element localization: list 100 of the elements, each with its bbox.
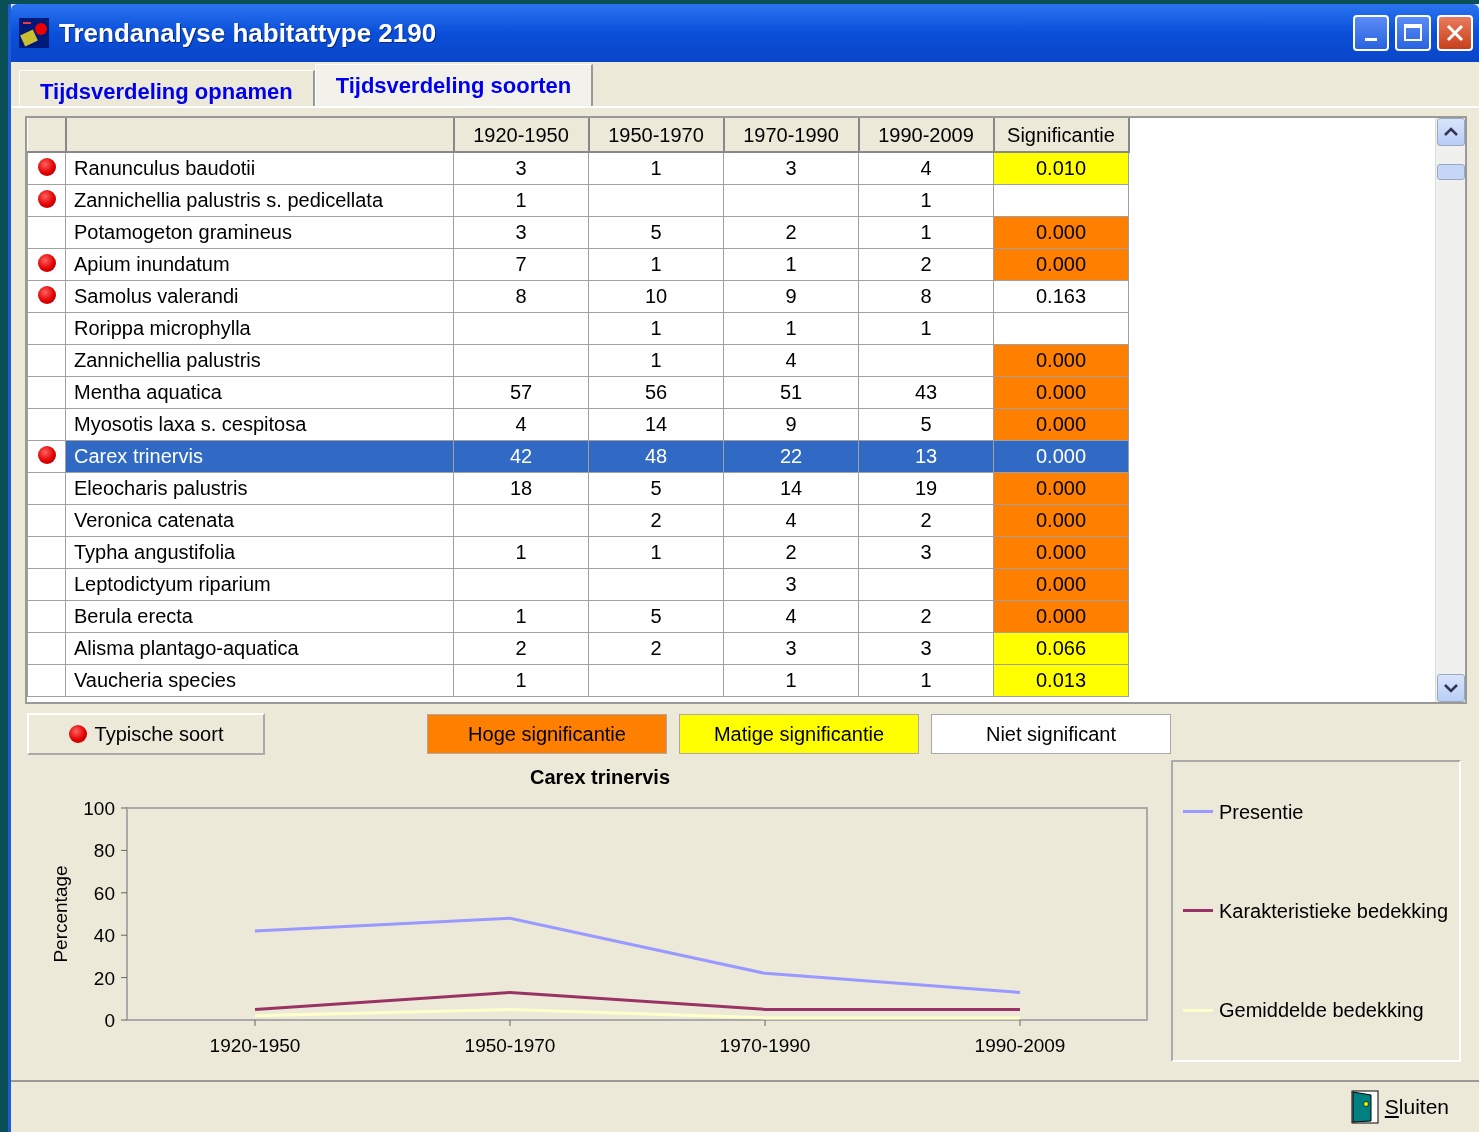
- significance-cell: 0.000: [993, 504, 1129, 536]
- significance-cell: 0.000: [993, 376, 1129, 408]
- table-cell: 3: [858, 632, 994, 664]
- table-row[interactable]: Apium inundatum 7 1 1 2 0.000: [27, 248, 1129, 280]
- table-cell: 4: [723, 600, 859, 632]
- table-cell: 5: [588, 472, 724, 504]
- close-button[interactable]: [1437, 15, 1473, 51]
- app-icon: [19, 18, 49, 48]
- table-cell: Eleocharis palustris: [65, 472, 454, 504]
- table-row[interactable]: Alisma plantago-aquatica 2 2 3 3 0.066: [27, 632, 1129, 664]
- table-cell: 1: [453, 664, 589, 696]
- table-cell: 3: [723, 632, 859, 664]
- table-cell: 2: [453, 632, 589, 664]
- table-cell: Typha angustifolia: [65, 536, 454, 568]
- y-tick-label: 80: [93, 840, 115, 862]
- table-cell: 3: [723, 568, 859, 600]
- scroll-up-button[interactable]: [1436, 118, 1465, 146]
- table-row[interactable]: Berula erecta 1 5 4 2 0.000: [27, 600, 1129, 632]
- table-cell: 2: [723, 216, 859, 248]
- column-header[interactable]: 1950-1970: [588, 118, 724, 152]
- table-cell: Samolus valerandi: [65, 280, 454, 312]
- column-header[interactable]: 1970-1990: [723, 118, 859, 152]
- table-row[interactable]: Eleocharis palustris 18 5 14 19 0.000: [27, 472, 1129, 504]
- significance-cell: 0.000: [993, 344, 1129, 376]
- legend-label: Gemiddelde bedekking: [1219, 998, 1424, 1024]
- table-cell: 4: [453, 408, 589, 440]
- table-row[interactable]: Vaucheria species 1 1 1 0.013: [27, 664, 1129, 696]
- significance-cell: 0.163: [993, 280, 1129, 312]
- y-tick-label: 40: [93, 925, 115, 947]
- table-cell: 8: [453, 280, 589, 312]
- significance-cell: 0.000: [993, 408, 1129, 440]
- minimize-button[interactable]: [1353, 15, 1389, 51]
- significance-cell: 0.066: [993, 632, 1129, 664]
- maximize-button[interactable]: [1395, 15, 1431, 51]
- y-axis-label: Percentage: [50, 865, 71, 963]
- table-cell: 8: [858, 280, 994, 312]
- table-row[interactable]: Mentha aquatica 57 56 51 43 0.000: [27, 376, 1129, 408]
- significance-cell: 0.010: [993, 152, 1129, 184]
- table-cell: Mentha aquatica: [65, 376, 454, 408]
- table-row[interactable]: Veronica catenata 2 4 2 0.000: [27, 504, 1129, 536]
- close-button[interactable]: Sluiten: [1350, 1090, 1449, 1124]
- table-row[interactable]: Myosotis laxa s. cespitosa 4 14 9 5 0.000: [27, 408, 1129, 440]
- column-header[interactable]: 1920-1950: [453, 118, 589, 152]
- tab[interactable]: Tijdsverdeling soorten: [314, 64, 594, 106]
- scroll-thumb[interactable]: [1436, 164, 1465, 180]
- table-cell: 48: [588, 440, 724, 472]
- table-cell: 13: [858, 440, 994, 472]
- table-cell: Alisma plantago-aquatica: [65, 632, 454, 664]
- table-cell: 51: [723, 376, 859, 408]
- table-cell: 42: [453, 440, 589, 472]
- table-row[interactable]: Samolus valerandi 8 10 9 8 0.163: [27, 280, 1129, 312]
- y-tick-label: 20: [93, 967, 115, 989]
- significance-cell: 0.000: [993, 216, 1129, 248]
- table-cell: Rorippa microphylla: [65, 312, 454, 344]
- y-tick-label: 0: [104, 1010, 115, 1031]
- table-row[interactable]: Carex trinervis 42 48 22 13 0.000: [27, 440, 1129, 472]
- table-cell: 1: [453, 536, 589, 568]
- legend-label: Karakteristieke bedekking: [1219, 899, 1448, 924]
- table-cell: 10: [588, 280, 724, 312]
- table-cell: 1: [588, 152, 724, 184]
- table-cell: 2: [858, 504, 994, 536]
- table-cell: Leptodictyum riparium: [65, 568, 454, 600]
- table-cell: 5: [588, 600, 724, 632]
- table-row[interactable]: Rorippa microphylla 1 1 1: [27, 312, 1129, 344]
- table-row[interactable]: Typha angustifolia 1 1 2 3 0.000: [27, 536, 1129, 568]
- table-cell: 14: [723, 472, 859, 504]
- table-cell: 1: [858, 216, 994, 248]
- table-cell: 14: [588, 408, 724, 440]
- table-cell: 4: [723, 344, 859, 376]
- y-tick-label: 100: [83, 798, 115, 819]
- table-cell: Zannichellia palustris s. pedicellata: [65, 184, 454, 216]
- significance-legend: Hoge significantie: [427, 714, 667, 754]
- x-tick-label: 1920-1950: [209, 1035, 301, 1056]
- table-cell: 56: [588, 376, 724, 408]
- table-row[interactable]: Zannichellia palustris 1 4 0.000: [27, 344, 1129, 376]
- scroll-down-button[interactable]: [1436, 674, 1465, 702]
- table-cell: 2: [588, 504, 724, 536]
- table-row[interactable]: Zannichellia palustris s. pedicellata 1 1: [27, 184, 1129, 216]
- table-cell: 9: [723, 408, 859, 440]
- column-header[interactable]: 1990-2009: [858, 118, 994, 152]
- table-cell: Berula erecta: [65, 600, 454, 632]
- table-cell: 1: [588, 312, 724, 344]
- tab[interactable]: Tijdsverdeling opnamen: [19, 70, 315, 106]
- significance-cell: 0.000: [993, 568, 1129, 600]
- table-cell: 5: [858, 408, 994, 440]
- table-cell: 3: [858, 536, 994, 568]
- table-row[interactable]: Potamogeton gramineus 3 5 2 1 0.000: [27, 216, 1129, 248]
- table-cell: 1: [723, 664, 859, 696]
- significance-cell: 0.000: [993, 248, 1129, 280]
- significance-cell: 0.000: [993, 472, 1129, 504]
- table-cell: 22: [723, 440, 859, 472]
- table-cell: 57: [453, 376, 589, 408]
- significance-legend: Matige significantie: [679, 714, 919, 754]
- column-header[interactable]: Significantie: [993, 118, 1129, 152]
- table-cell: 1: [723, 248, 859, 280]
- minimize-icon: [1365, 37, 1377, 41]
- significance-cell: 0.000: [993, 440, 1129, 472]
- table-row[interactable]: Leptodictyum riparium 3 0.000: [27, 568, 1129, 600]
- table-row[interactable]: Ranunculus baudotii 3 1 3 4 0.010: [27, 152, 1129, 184]
- significance-cell: 0.000: [993, 536, 1129, 568]
